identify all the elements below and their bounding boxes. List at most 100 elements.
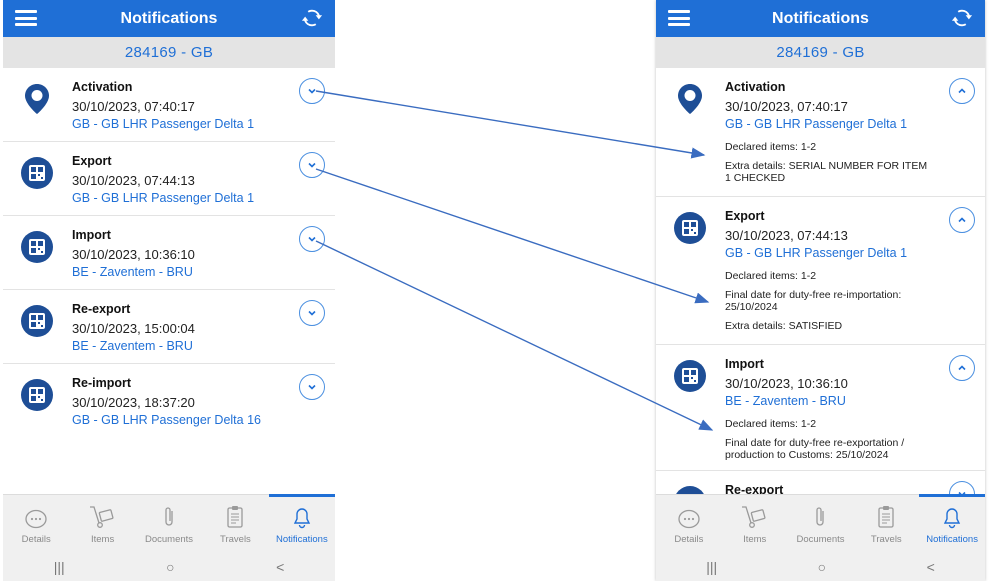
qr-code-icon [21,157,53,189]
bell-icon [293,508,310,529]
notification-item-re-export[interactable]: Re-export 30/10/2023, 15:00:04 BE - Zave… [3,290,335,364]
recents-button[interactable]: ||| [706,559,717,575]
notification-name: Export [72,154,112,168]
bottom-nav: Details Items Documents Travels Notifica… [3,494,335,552]
notification-list: Activation 30/10/2023, 07:40:17 GB - GB … [3,68,335,438]
collapse-button[interactable] [949,355,975,381]
notification-date: 30/10/2023, 07:44:13 [72,173,195,188]
notification-location: BE - Zaventem - BRU [72,339,193,353]
tab-label: Details [21,534,51,545]
arrow-import [315,240,714,431]
notification-item-activation[interactable]: Activation 30/10/2023, 07:40:17 GB - GB … [3,68,335,142]
recents-button[interactable]: ||| [54,559,65,575]
back-button[interactable]: < [276,559,284,575]
expand-button[interactable] [299,78,325,104]
notification-name: Export [725,209,765,223]
tab-items[interactable]: Items [722,495,788,552]
extra-details: Extra details: SERIAL NUMBER FOR ITEM 1 … [725,159,928,185]
tab-label: Travels [870,534,902,545]
collapse-button[interactable] [949,207,975,233]
tab-details[interactable]: Details [656,495,722,552]
page-title: Notifications [120,9,218,27]
tab-label: Items [90,534,115,545]
bottom-nav: Details Items Documents Travels Notifica… [656,494,985,552]
final-date: Final date for duty-free re-exportation … [725,436,905,462]
arrow-activation [315,90,706,159]
paperclip-icon [165,507,173,526]
chevron-down-icon [308,310,316,316]
notification-date: 30/10/2023, 07:40:17 [725,99,848,114]
chat-bubble-icon [678,509,700,529]
tab-details[interactable]: Details [3,495,69,552]
app-bar: Notifications [3,0,335,37]
tab-documents[interactable]: Documents [136,495,202,552]
expand-button[interactable] [299,374,325,400]
notification-list-expanded: Activation 30/10/2023, 07:40:17 GB - GB … [656,68,985,518]
qr-code-icon [21,231,53,263]
tab-items[interactable]: Items [69,495,135,552]
tab-documents[interactable]: Documents [788,495,854,552]
notification-name: Activation [72,80,133,94]
home-button[interactable]: ○ [818,559,826,575]
declaration-code: 284169 - GB [3,37,335,68]
declaration-code: 284169 - GB [656,37,985,68]
chevron-down-icon [308,88,316,94]
notification-name: Import [72,228,111,242]
expand-button[interactable] [299,300,325,326]
collapse-button[interactable] [949,78,975,104]
system-nav-bar: ||| ○ < [656,552,985,581]
notification-location: BE - Zaventem - BRU [725,394,846,408]
app-bar: Notifications [656,0,985,37]
clipboard-icon [227,506,244,528]
notification-item-import[interactable]: Import 30/10/2023, 10:36:10 BE - Zavente… [3,216,335,290]
notification-date: 30/10/2023, 10:36:10 [72,247,195,262]
sync-icon[interactable] [301,7,323,29]
chevron-down-icon [308,162,316,168]
expand-button[interactable] [299,226,325,252]
tab-travels[interactable]: Travels [202,495,268,552]
menu-icon[interactable] [668,10,690,26]
notification-item-import[interactable]: Import 30/10/2023, 10:36:10 BE - Zavente… [656,345,985,471]
notification-name: Import [725,357,764,371]
hand-truck-icon [741,506,766,528]
notification-name: Re-import [72,376,132,390]
tab-notifications[interactable]: Notifications [268,494,335,552]
tab-label: Notifications [275,534,328,545]
back-button[interactable]: < [927,559,935,575]
tab-label: Notifications [926,534,978,545]
menu-icon[interactable] [15,10,37,26]
notification-item-re-import[interactable]: Re-import 30/10/2023, 18:37:20 GB - GB L… [3,364,335,438]
arrow-export [315,168,710,304]
comparison-stage: Notifications 284169 - GB Activation 30/… [0,0,991,581]
home-button[interactable]: ○ [166,559,174,575]
tab-label: Details [674,534,704,545]
notification-item-activation[interactable]: Activation 30/10/2023, 07:40:17 GB - GB … [656,68,985,197]
notification-item-export[interactable]: Export 30/10/2023, 07:44:13 GB - GB LHR … [3,142,335,216]
bell-icon [943,508,961,529]
notification-date: 30/10/2023, 07:40:17 [72,99,195,114]
paperclip-icon [816,507,825,526]
qr-code-icon [21,379,53,411]
notification-location: BE - Zaventem - BRU [72,265,193,279]
expand-button[interactable] [299,152,325,178]
notification-location: GB - GB LHR Passenger Delta 1 [72,191,255,205]
tab-label: Items [743,534,767,545]
tab-travels[interactable]: Travels [853,495,919,552]
notification-location: GB - GB LHR Passenger Delta 1 [72,117,255,131]
notification-name: Activation [725,80,786,94]
notification-details: Declared items: 1-2 Final date for duty-… [725,270,935,332]
sync-icon[interactable] [951,7,973,29]
tab-notifications[interactable]: Notifications [919,494,985,552]
tab-label: Documents [144,534,194,545]
notification-location: GB - GB LHR Passenger Delta 16 [72,413,261,427]
tab-label: Documents [796,534,845,545]
notification-details: Declared items: 1-2 Extra details: SERIA… [725,141,935,185]
notification-date: 30/10/2023, 10:36:10 [725,376,848,391]
qr-code-icon [21,305,53,337]
notification-item-export[interactable]: Export 30/10/2023, 07:44:13 GB - GB LHR … [656,197,985,345]
hand-truck-icon [89,506,114,528]
notification-location: GB - GB LHR Passenger Delta 1 [725,117,908,131]
notification-name: Re-export [72,302,131,316]
extra-details: Extra details: SATISFIED [725,319,843,332]
declared-items: Declared items: 1-2 [725,270,817,282]
